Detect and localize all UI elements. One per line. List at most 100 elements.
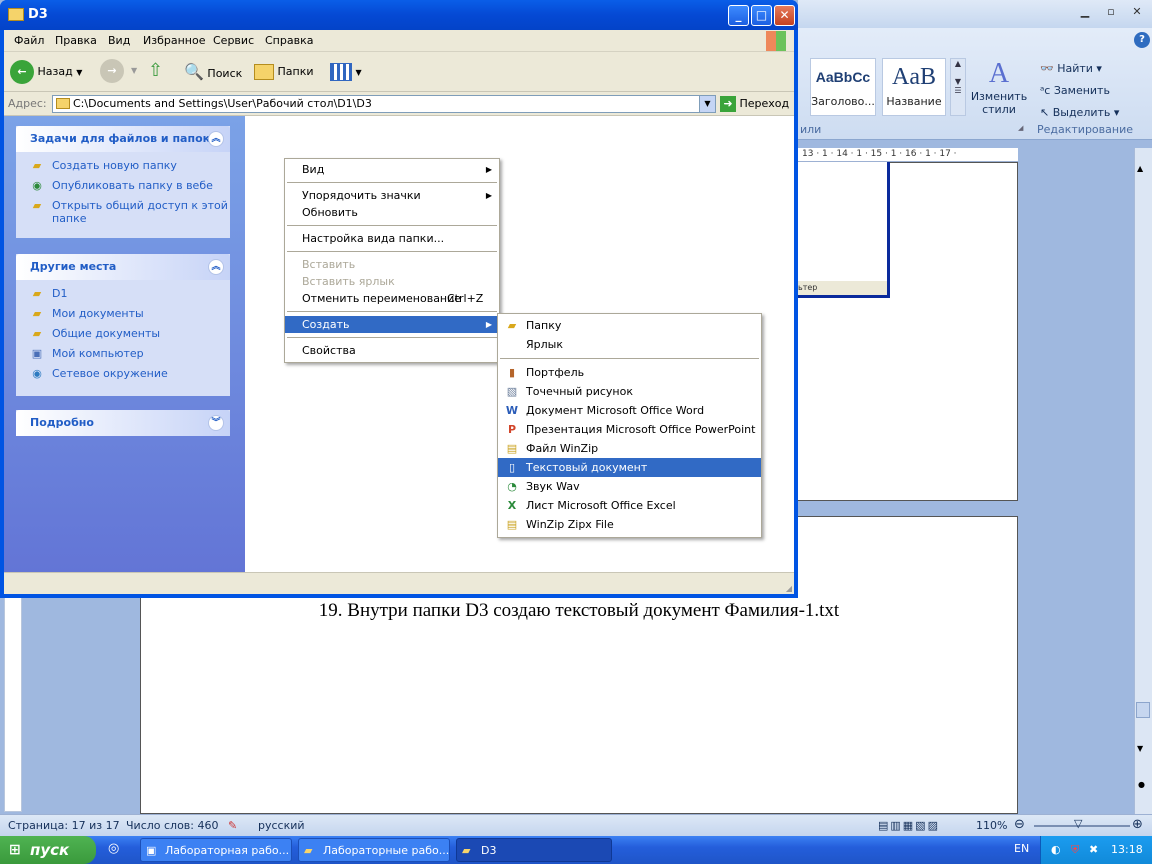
- proofing-icon[interactable]: ✎: [228, 819, 237, 832]
- minimize-button[interactable]: _: [728, 5, 749, 26]
- clock[interactable]: 13:18: [1111, 836, 1143, 864]
- dropdown-arrow-icon[interactable]: ▼: [131, 66, 137, 75]
- up-folder-icon[interactable]: ⇧: [148, 60, 163, 81]
- collapse-chevron-icon[interactable]: ︽: [208, 131, 224, 147]
- antivirus-icon[interactable]: ⛨: [1071, 836, 1079, 864]
- help-icon[interactable]: ?: [1134, 32, 1150, 48]
- back-button[interactable]: ← Назад ▼: [10, 59, 82, 85]
- place-my-documents[interactable]: ▰ Мои документы: [16, 307, 230, 320]
- submenu-item-winzip-zipx[interactable]: ▤ WinZip Zipx File: [498, 515, 761, 534]
- submenu-item-word-document[interactable]: W Документ Microsoft Office Word: [498, 401, 761, 420]
- menu-edit[interactable]: Правка: [55, 34, 97, 47]
- menu-item-refresh[interactable]: Обновить: [285, 204, 499, 221]
- menu-item-undo-rename[interactable]: Отменить переименование Ctrl+Z: [285, 290, 499, 307]
- taskbar-button-word-2[interactable]: ▰ Лабораторные рабо...: [298, 838, 450, 862]
- menu-item-properties[interactable]: Свойства: [285, 342, 499, 359]
- browse-object-icon[interactable]: ●: [1138, 780, 1145, 789]
- panel-header[interactable]: Подробно ︾: [16, 410, 230, 436]
- style-title[interactable]: AaB Название: [882, 58, 946, 116]
- submenu-item-powerpoint[interactable]: P Презентация Microsoft Office PowerPoint: [498, 420, 761, 439]
- scroll-down-arrow[interactable]: ▼: [1137, 744, 1143, 753]
- menu-item-label: Вставить: [302, 258, 356, 271]
- panel-header[interactable]: Задачи для файлов и папок ︽: [16, 126, 230, 152]
- zoom-slider-thumb[interactable]: ▽: [1074, 817, 1082, 830]
- scroll-up-arrow[interactable]: ▲: [1137, 164, 1143, 173]
- vertical-scrollbar[interactable]: ▲ ▼ ●: [1134, 148, 1152, 816]
- submenu-item-bitmap[interactable]: ▧ Точечный рисунок: [498, 382, 761, 401]
- resize-grip-icon[interactable]: ◢: [786, 584, 792, 593]
- maximize-icon[interactable]: ▫: [1100, 4, 1122, 20]
- minimize-icon[interactable]: ▁: [1074, 4, 1096, 20]
- page-counter[interactable]: Страница: 17 из 17: [8, 819, 120, 832]
- menu-item-view[interactable]: Вид ▶: [285, 161, 499, 178]
- task-new-folder[interactable]: ▰ Создать новую папку: [16, 159, 230, 172]
- taskbar-button-label: Лабораторные рабо...: [323, 844, 450, 857]
- replace-button[interactable]: ᵃc Заменить: [1040, 80, 1130, 102]
- collapse-chevron-icon[interactable]: ︽: [208, 259, 224, 275]
- menu-item-shortcut: Ctrl+Z: [447, 292, 484, 305]
- styles-dialog-launcher[interactable]: ◢: [1018, 124, 1023, 132]
- styles-scroll[interactable]: ▲ ▼ ☰: [950, 58, 966, 116]
- menu-file[interactable]: Файл: [14, 34, 44, 47]
- network-icon[interactable]: ✖: [1089, 836, 1098, 864]
- place-network[interactable]: ◉ Сетевое окружение: [16, 367, 230, 380]
- language-indicator[interactable]: русский: [258, 819, 305, 832]
- maximize-button[interactable]: □: [751, 5, 772, 26]
- change-styles-button[interactable]: A Изменить стили: [970, 58, 1028, 122]
- menu-item-label: WinZip Zipx File: [526, 518, 614, 531]
- quick-launch-icon[interactable]: ◎: [108, 841, 119, 856]
- start-button[interactable]: ⊞ пуск: [0, 836, 96, 864]
- style-heading[interactable]: AaBbCc Заголово...: [810, 58, 876, 116]
- menu-item-label: Звук Wav: [526, 480, 580, 493]
- menu-item-new[interactable]: Создать ▶: [285, 316, 499, 333]
- word-status-bar: Страница: 17 из 17 Число слов: 460 ✎ рус…: [0, 814, 1152, 836]
- submenu-item-shortcut[interactable]: Ярлык: [498, 335, 761, 354]
- scroll-thumb[interactable]: [1136, 702, 1150, 718]
- task-share-folder[interactable]: ▰ Открыть общий доступ к этой папке: [16, 199, 230, 225]
- submenu-item-text-document[interactable]: ▯ Текстовый документ: [498, 458, 761, 477]
- submenu-item-excel[interactable]: X Лист Microsoft Office Excel: [498, 496, 761, 515]
- menu-separator: [287, 251, 497, 252]
- word-counter[interactable]: Число слов: 460: [126, 819, 219, 832]
- address-dropdown-icon[interactable]: ▼: [699, 96, 715, 112]
- view-buttons[interactable]: ▤▥▦▧▨: [878, 819, 940, 832]
- zoom-in-icon[interactable]: ⊕: [1132, 817, 1143, 832]
- find-button[interactable]: 👓 Найти ▾: [1040, 58, 1130, 80]
- menu-help[interactable]: Справка: [265, 34, 313, 47]
- language-bar[interactable]: EN: [1014, 842, 1029, 855]
- zoom-out-icon[interactable]: ⊖: [1014, 817, 1025, 832]
- close-button[interactable]: ✕: [774, 5, 795, 26]
- menu-item-label: Папку: [526, 319, 562, 332]
- menu-view[interactable]: Вид: [108, 34, 130, 47]
- explorer-title-bar[interactable]: D3 _ □ ✕: [0, 0, 798, 30]
- place-d1[interactable]: ▰ D1: [16, 287, 230, 300]
- tray-icon[interactable]: ◐: [1051, 836, 1061, 864]
- menu-favorites[interactable]: Избранное: [143, 34, 205, 47]
- place-my-computer[interactable]: ▣ Мой компьютер: [16, 347, 230, 360]
- system-tray: ◐ ⛨ ✖ 13:18: [1040, 836, 1152, 864]
- menu-item-customize-folder[interactable]: Настройка вида папки...: [285, 230, 499, 247]
- back-label: Назад: [37, 65, 73, 78]
- zoom-level[interactable]: 110%: [976, 819, 1007, 832]
- go-button[interactable]: ➜ Переход: [720, 95, 789, 113]
- task-publish-web[interactable]: ◉ Опубликовать папку в вебе: [16, 179, 230, 192]
- forward-arrow-icon[interactable]: →: [100, 59, 124, 83]
- search-button[interactable]: 🔍 Поиск: [184, 59, 242, 85]
- dropdown-arrow-icon[interactable]: ▼: [76, 68, 82, 77]
- views-button[interactable]: ▼: [330, 61, 362, 83]
- close-icon[interactable]: ✕: [1126, 4, 1148, 20]
- select-button[interactable]: ↖ Выделить ▾: [1040, 102, 1130, 124]
- expand-chevron-icon[interactable]: ︾: [208, 415, 224, 431]
- taskbar-button-word-1[interactable]: ▣ Лабораторная рабо...: [140, 838, 292, 862]
- submenu-item-wave-sound[interactable]: ◔ Звук Wav: [498, 477, 761, 496]
- submenu-item-folder[interactable]: ▰ Папку: [498, 316, 761, 335]
- address-field[interactable]: C:\Documents and Settings\User\Рабочий с…: [52, 95, 716, 113]
- submenu-item-briefcase[interactable]: ▮ Портфель: [498, 363, 761, 382]
- submenu-item-winzip[interactable]: ▤ Файл WinZip: [498, 439, 761, 458]
- folders-button[interactable]: Папки: [254, 59, 314, 85]
- menu-item-arrange-icons[interactable]: Упорядочить значки ▶: [285, 187, 499, 204]
- taskbar-button-d3[interactable]: ▰ D3: [456, 838, 612, 862]
- place-shared-documents[interactable]: ▰ Общие документы: [16, 327, 230, 340]
- panel-header[interactable]: Другие места ︽: [16, 254, 230, 280]
- menu-tools[interactable]: Сервис: [213, 34, 254, 47]
